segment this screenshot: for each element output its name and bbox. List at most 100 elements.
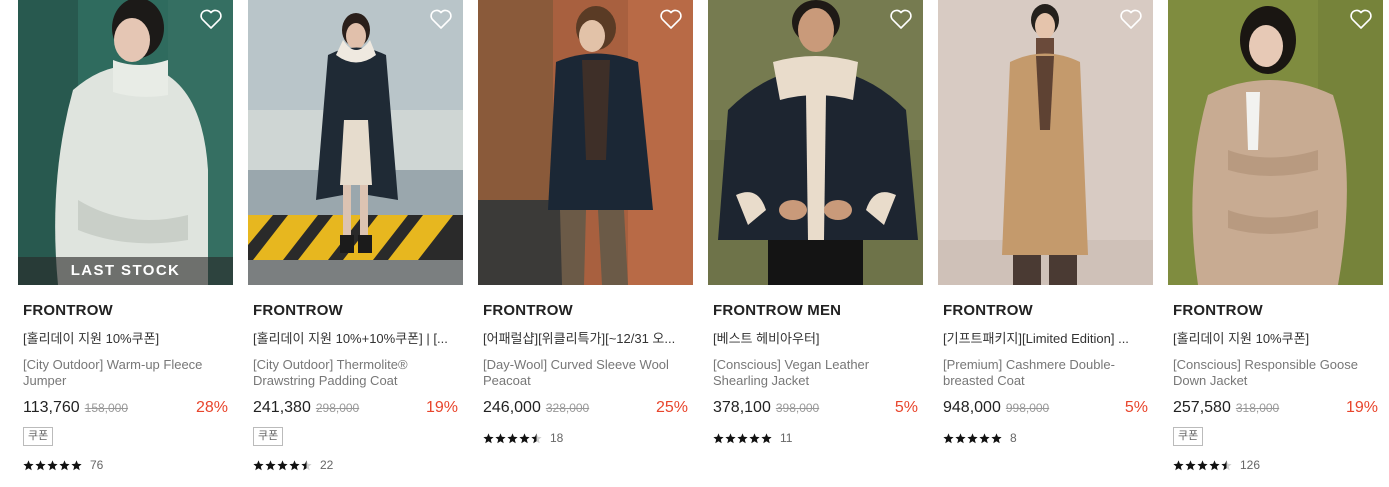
wishlist-button[interactable]: [1119, 8, 1143, 30]
price-row: 241,380 298,000 19%: [253, 399, 458, 421]
star-icon: [1221, 459, 1232, 470]
star-icon: [1209, 459, 1220, 470]
star-icon: [979, 432, 990, 443]
sale-price: 257,580: [1173, 399, 1231, 416]
promo-text: [베스트 헤비아우터]: [713, 331, 820, 346]
promo-text: [기프트패키지][Limited Edition] ...: [943, 331, 1129, 346]
product-name[interactable]: [Conscious] Vegan Leather Shearling Jack…: [713, 357, 918, 389]
star-rating: [483, 432, 542, 444]
star-icon: [71, 459, 82, 470]
product-name[interactable]: [Conscious] Responsible Goose Down Jacke…: [1173, 357, 1378, 389]
product-name[interactable]: [City Outdoor] Thermolite® Drawstring Pa…: [253, 357, 458, 389]
star-icon: [967, 432, 978, 443]
product-card[interactable]: FRONTROW [어패럴샵][위클리특가][~12/31 오... [Day-…: [478, 0, 693, 487]
promo-text: [어패럴샵][위클리특가][~12/31 오...: [483, 331, 676, 346]
star-rating: [713, 432, 772, 444]
star-rating: [253, 459, 312, 471]
heart-outline-icon: [660, 9, 682, 29]
product-image[interactable]: [1168, 0, 1383, 285]
star-icon: [1185, 459, 1196, 470]
star-icon: [483, 432, 494, 443]
sale-price: 246,000: [483, 399, 541, 416]
product-name[interactable]: [City Outdoor] Warm-up Fleece Jumper: [23, 357, 228, 389]
promo-text: [홀리데이 지원 10%쿠폰]: [1173, 331, 1310, 346]
star-rating: [943, 432, 1002, 444]
wishlist-button[interactable]: [429, 8, 453, 30]
brand-name[interactable]: FRONTROW: [253, 302, 458, 319]
original-price: 298,000: [315, 401, 360, 415]
price-row: 257,580 318,000 19%: [1173, 399, 1378, 421]
star-icon: [301, 459, 312, 470]
product-name[interactable]: [Premium] Cashmere Double-breasted Coat: [943, 357, 1148, 389]
product-image[interactable]: [248, 0, 463, 285]
price-row: 246,000 328,000 25%: [483, 399, 688, 421]
product-image[interactable]: LAST STOCK: [18, 0, 233, 285]
discount-rate: 5%: [1124, 399, 1148, 416]
review-count: 126: [1240, 458, 1261, 472]
discount-rate: 19%: [425, 399, 458, 416]
star-icon: [289, 459, 300, 470]
review-count: 18: [550, 431, 564, 445]
product-image[interactable]: [478, 0, 693, 285]
star-icon: [725, 432, 736, 443]
star-rating: [1173, 459, 1232, 471]
rating: 11: [713, 430, 918, 446]
product-card[interactable]: FRONTROW [홀리데이 지원 10%쿠폰] [Conscious] Res…: [1168, 0, 1383, 487]
product-image[interactable]: [708, 0, 923, 285]
review-count: 76: [90, 458, 104, 472]
brand-name[interactable]: FRONTROW: [23, 302, 228, 319]
product-card[interactable]: FRONTROW MEN [베스트 헤비아우터] [Conscious] Veg…: [708, 0, 923, 487]
price-row: 948,000 998,000 5%: [943, 399, 1148, 421]
promo-text: [홀리데이 지원 10%+10%쿠폰] | [...: [253, 331, 448, 346]
brand-name[interactable]: FRONTROW MEN: [713, 302, 918, 319]
star-icon: [519, 432, 530, 443]
original-price: 328,000: [545, 401, 590, 415]
star-icon: [749, 432, 760, 443]
brand-name[interactable]: FRONTROW: [1173, 302, 1378, 319]
star-icon: [991, 432, 1002, 443]
star-icon: [531, 432, 542, 443]
wishlist-button[interactable]: [889, 8, 913, 30]
review-count: 8: [1010, 431, 1017, 445]
rating: 126: [1173, 457, 1378, 473]
product-card[interactable]: FRONTROW [홀리데이 지원 10%+10%쿠폰] | [... [Cit…: [248, 0, 463, 487]
review-count: 22: [320, 458, 334, 472]
heart-outline-icon: [1350, 9, 1372, 29]
coupon-tag: 쿠폰: [1173, 427, 1204, 446]
sale-price: 948,000: [943, 399, 1001, 416]
sale-price: 113,760: [23, 399, 80, 416]
promo-text: [홀리데이 지원 10%쿠폰]: [23, 331, 160, 346]
discount-rate: 28%: [195, 399, 228, 416]
original-price: 998,000: [1005, 401, 1050, 415]
product-card[interactable]: FRONTROW [기프트패키지][Limited Edition] ... […: [938, 0, 1153, 487]
original-price: 398,000: [775, 401, 820, 415]
wishlist-button[interactable]: [659, 8, 683, 30]
star-icon: [1173, 459, 1184, 470]
product-grid: LAST STOCK FRONTROW [홀리데이 지원 10%쿠폰] [Cit…: [0, 0, 1389, 487]
sale-price: 241,380: [253, 399, 311, 416]
original-price: 318,000: [1235, 401, 1280, 415]
star-icon: [955, 432, 966, 443]
coupon-tag: 쿠폰: [253, 427, 284, 446]
rating: 18: [483, 430, 688, 446]
product-image[interactable]: [938, 0, 1153, 285]
last-stock-badge: LAST STOCK: [18, 257, 233, 285]
brand-name[interactable]: FRONTROW: [943, 302, 1148, 319]
product-card[interactable]: LAST STOCK FRONTROW [홀리데이 지원 10%쿠폰] [Cit…: [18, 0, 233, 487]
rating: 76: [23, 457, 228, 473]
star-icon: [1197, 459, 1208, 470]
brand-name[interactable]: FRONTROW: [483, 302, 688, 319]
wishlist-button[interactable]: [1349, 8, 1373, 30]
original-price: 158,000: [84, 401, 129, 415]
star-icon: [253, 459, 264, 470]
star-icon: [23, 459, 34, 470]
wishlist-button[interactable]: [199, 8, 223, 30]
star-icon: [713, 432, 724, 443]
star-icon: [265, 459, 276, 470]
star-icon: [47, 459, 58, 470]
star-icon: [277, 459, 288, 470]
heart-outline-icon: [890, 9, 912, 29]
product-name[interactable]: [Day-Wool] Curved Sleeve Wool Peacoat: [483, 357, 688, 389]
review-count: 11: [780, 431, 793, 445]
discount-rate: 5%: [894, 399, 918, 416]
